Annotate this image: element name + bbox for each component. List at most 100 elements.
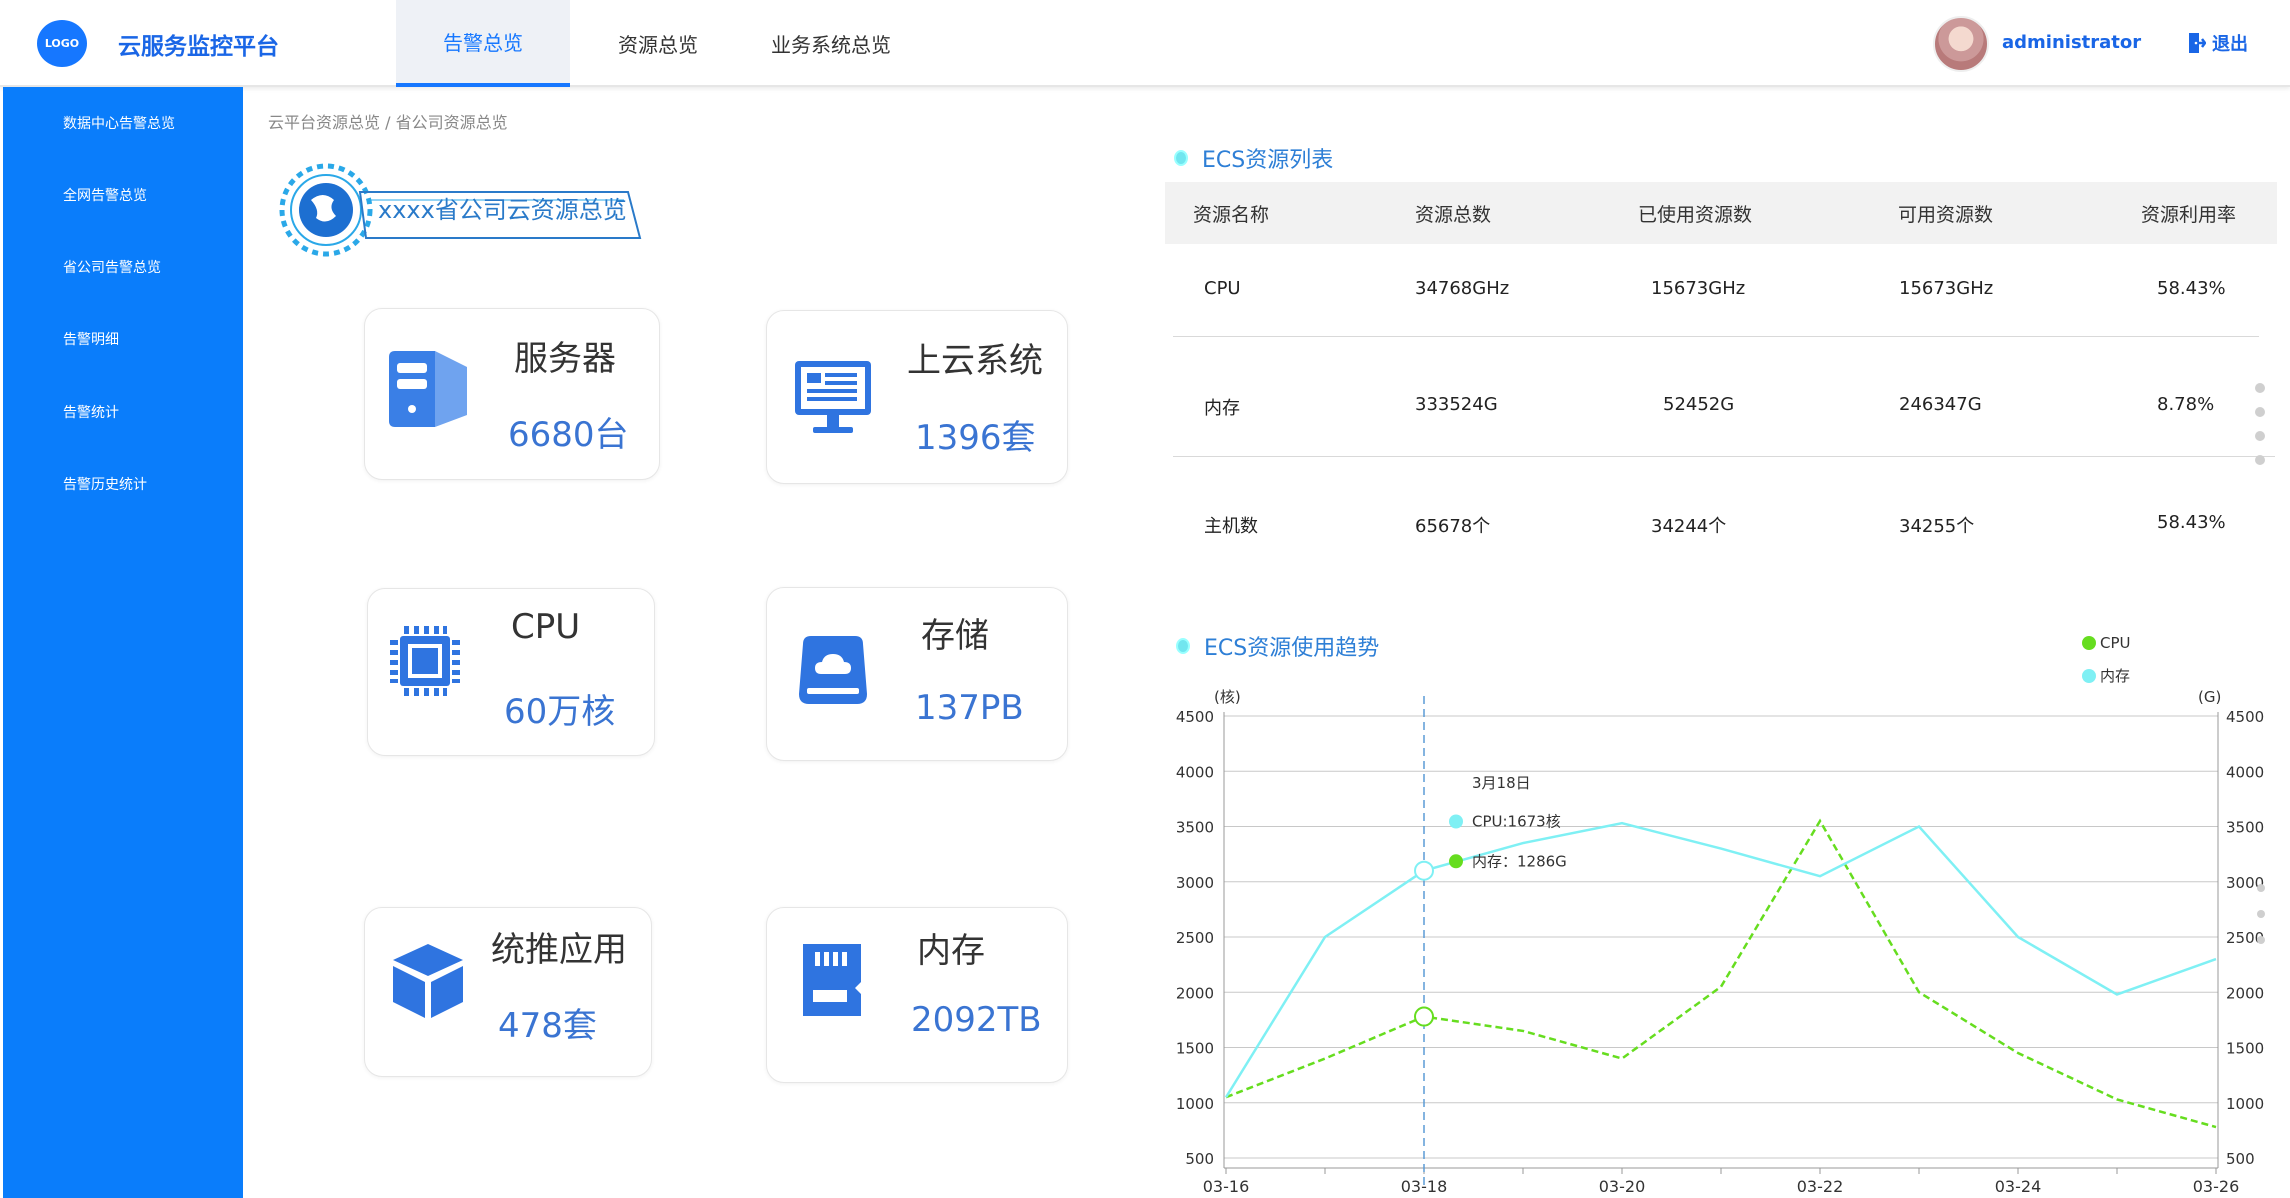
series-line-cpu xyxy=(1225,818,2217,1129)
tab-alarm-overview[interactable]: 告警总览 xyxy=(396,0,570,87)
y-tick-label-right: 1000 xyxy=(2226,1095,2264,1113)
col-header-utilization: 资源利用率 xyxy=(2141,204,2237,226)
col-header-available: 可用资源数 xyxy=(1898,204,1994,226)
table-cell: 15673GHz xyxy=(1651,278,1746,299)
y-tick-label-right: 3500 xyxy=(2226,819,2264,837)
y-tick-label-right: 4500 xyxy=(2226,708,2264,726)
stat-card-value: 478套 xyxy=(498,1006,597,1046)
stat-card-storage[interactable]: 存储 137PB xyxy=(766,587,1068,761)
section-bullet-icon xyxy=(1176,638,1190,654)
table-cell: 65678个 xyxy=(1415,516,1491,537)
y-axis-unit-right: (G) xyxy=(2198,688,2221,706)
ecs-table-title: ECS资源列表 xyxy=(1174,142,1333,174)
scroll-dot[interactable] xyxy=(2257,936,2265,944)
stat-card-label: CPU xyxy=(511,607,581,647)
tooltip-mem-text: 内存：1286G xyxy=(1472,852,1567,870)
stat-card-label: 服务器 xyxy=(514,339,616,379)
x-tick-label: 03-26 xyxy=(2193,1177,2240,1196)
table-cell: 8.78% xyxy=(2157,394,2215,415)
stat-card-value: 1396套 xyxy=(915,418,1036,458)
table-cell: CPU xyxy=(1204,278,1241,299)
server-icon xyxy=(389,351,467,427)
avatar[interactable] xyxy=(1933,16,1989,72)
app-title: 云服务监控平台 xyxy=(118,34,279,60)
scroll-dot[interactable] xyxy=(2257,910,2265,918)
top-header: LOGO 云服务监控平台 告警总览 资源总览 业务系统总览 administra… xyxy=(0,0,2290,87)
sidebar-item-province-alarms[interactable]: 省公司告警总览 xyxy=(63,257,161,277)
sidebar: 数据中心告警总览 全网告警总览 省公司告警总览 告警明细 告警统计 告警历史统计 xyxy=(3,87,243,1198)
ecs-trend-chart: 500 5001000 10001500 15002000 20002500 250030… xyxy=(1176,688,2264,1196)
y-tick-label-right: 2000 xyxy=(2226,984,2264,1002)
stat-card-apps[interactable]: 统推应用 478套 xyxy=(364,907,652,1077)
tooltip-mem-marker xyxy=(1449,854,1463,869)
stat-card-label: 内存 xyxy=(917,931,985,971)
table-cell: 34244个 xyxy=(1651,516,1727,537)
col-header-total: 资源总数 xyxy=(1415,204,1492,226)
section-bullet-icon xyxy=(1174,150,1188,166)
y-tick-label: 2000 xyxy=(1176,984,1214,1002)
row-divider xyxy=(1173,456,2275,457)
cpu-chip-icon xyxy=(390,626,460,696)
y-tick-label: 4500 xyxy=(1176,708,1214,726)
y-tick-label: 3500 xyxy=(1176,819,1214,837)
table-cell: 333524G xyxy=(1415,394,1498,415)
stat-card-value: 2092TB xyxy=(911,1000,1042,1040)
stat-card-value: 60万核 xyxy=(504,692,616,732)
y-tick-label: 1500 xyxy=(1176,1040,1214,1058)
scroll-dot[interactable] xyxy=(2257,884,2265,892)
tab-resource-overview[interactable]: 资源总览 xyxy=(590,0,726,87)
highlight-point xyxy=(1414,1006,1434,1027)
table-cell: 58.43% xyxy=(2157,512,2226,533)
logout-icon xyxy=(2189,33,2206,53)
stat-card-memory[interactable]: 内存 2092TB xyxy=(766,907,1068,1083)
tooltip-cpu-text: CPU:1673核 xyxy=(1472,813,1561,831)
y-tick-label-right: 1500 xyxy=(2226,1040,2264,1058)
sidebar-item-network-alarms[interactable]: 全网告警总览 xyxy=(63,185,147,205)
y-tick-label-right: 500 xyxy=(2226,1150,2255,1168)
cube-icon xyxy=(393,944,463,1018)
highlight-point xyxy=(1414,860,1434,881)
logout-label: 退出 xyxy=(2212,34,2248,55)
scroll-dot[interactable] xyxy=(2255,431,2265,441)
table-cell: 34255个 xyxy=(1899,516,1975,537)
stat-card-label: 统推应用 xyxy=(491,930,627,970)
table-cell: 15673GHz xyxy=(1899,278,1994,299)
storage-cloud-icon xyxy=(799,636,867,704)
banner-title: xxxx省公司云资源总览 xyxy=(378,196,627,224)
tooltip-cpu-marker xyxy=(1449,814,1463,829)
stat-card-value: 6680台 xyxy=(508,415,629,455)
y-axis-unit-left: (核) xyxy=(1214,688,1241,706)
y-tick-label: 2500 xyxy=(1176,929,1214,947)
y-tick-label: 500 xyxy=(1185,1150,1214,1168)
table-cell: 246347G xyxy=(1899,394,1982,415)
table-cell: 34768GHz xyxy=(1415,278,1510,299)
monitor-icon xyxy=(795,361,871,433)
stat-card-cpu[interactable]: CPU 60万核 xyxy=(367,588,655,756)
y-tick-label: 4000 xyxy=(1176,763,1214,781)
x-tick-label: 03-16 xyxy=(1203,1177,1250,1196)
tooltip-date: 3月18日 xyxy=(1472,774,1531,792)
trend-chart-title: ECS资源使用趋势 xyxy=(1176,630,1379,662)
stat-card-cloud-systems[interactable]: 上云系统 1396套 xyxy=(766,310,1068,484)
username[interactable]: administrator xyxy=(2002,32,2141,53)
series-line-memory xyxy=(1224,821,2217,1098)
scroll-dot[interactable] xyxy=(2255,383,2265,393)
sidebar-item-datacenter-alarms[interactable]: 数据中心告警总览 xyxy=(63,113,175,133)
x-tick-label: 03-22 xyxy=(1797,1177,1844,1196)
sidebar-item-alarm-stats[interactable]: 告警统计 xyxy=(63,402,119,422)
tab-business-overview[interactable]: 业务系统总览 xyxy=(756,0,906,87)
row-divider xyxy=(1173,336,2259,337)
table-cell: 58.43% xyxy=(2157,278,2226,299)
logout-button[interactable]: 退出 xyxy=(2188,30,2248,56)
logo: LOGO xyxy=(37,20,87,67)
stat-card-servers[interactable]: 服务器 6680台 xyxy=(364,308,660,480)
sidebar-item-alarm-history[interactable]: 告警历史统计 xyxy=(63,474,147,494)
scroll-dot[interactable] xyxy=(2255,407,2265,417)
sidebar-item-alarm-details[interactable]: 告警明细 xyxy=(63,329,119,349)
y-tick-label-right: 4000 xyxy=(2226,763,2264,781)
legend-cpu-swatch xyxy=(2082,636,2096,650)
scroll-dot[interactable] xyxy=(2255,455,2265,465)
col-header-name: 资源名称 xyxy=(1193,204,1270,226)
stat-card-value: 137PB xyxy=(915,688,1024,728)
legend-cpu[interactable]: CPU xyxy=(2082,634,2131,652)
